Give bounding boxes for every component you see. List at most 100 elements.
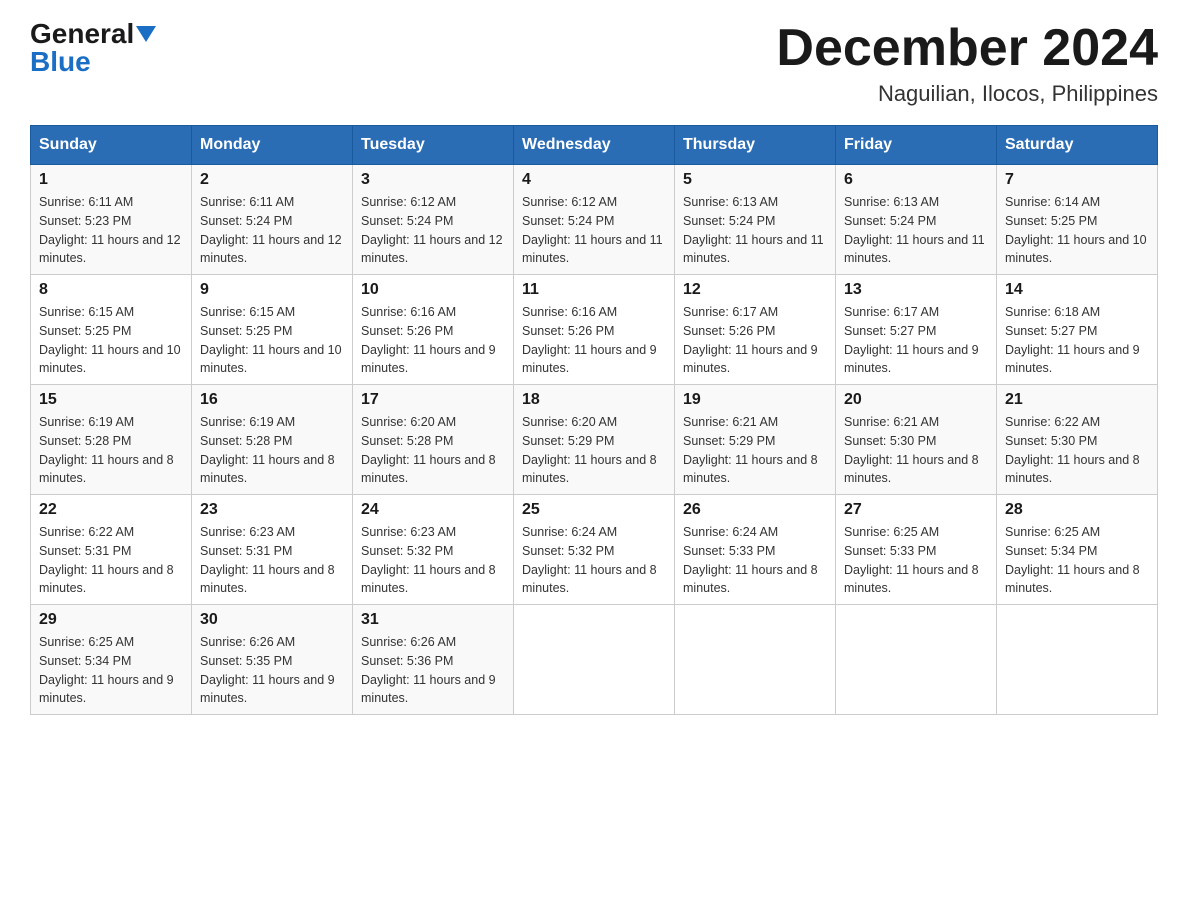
header-saturday: Saturday (997, 126, 1158, 165)
calendar-cell: 4 Sunrise: 6:12 AMSunset: 5:24 PMDaylight… (514, 165, 675, 275)
calendar-cell: 8Sunrise: 6:15 AMSunset: 5:25 PMDaylight… (31, 275, 192, 385)
header-sunday: Sunday (31, 126, 192, 165)
day-number: 29 (39, 611, 183, 629)
day-number: 21 (1005, 391, 1149, 409)
calendar-cell: 30 Sunrise: 6:26 AMSunset: 5:35 PMDayligh… (192, 605, 353, 715)
calendar-cell (675, 605, 836, 715)
day-number: 27 (844, 501, 988, 519)
day-number: 26 (683, 501, 827, 519)
calendar-cell: 29 Sunrise: 6:25 AMSunset: 5:34 PMDayligh… (31, 605, 192, 715)
day-number: 25 (522, 501, 666, 519)
calendar-cell: 31Sunrise: 6:26 AMSunset: 5:36 PMDayligh… (353, 605, 514, 715)
day-info: Sunrise: 6:24 AMSunset: 5:32 PMDaylight:… (522, 523, 666, 598)
calendar-cell: 9 Sunrise: 6:15 AMSunset: 5:25 PMDaylight… (192, 275, 353, 385)
calendar-cell: 3Sunrise: 6:12 AMSunset: 5:24 PMDaylight… (353, 165, 514, 275)
calendar-cell: 13 Sunrise: 6:17 AMSunset: 5:27 PMDayligh… (836, 275, 997, 385)
day-info: Sunrise: 6:24 AMSunset: 5:33 PMDaylight:… (683, 523, 827, 598)
day-number: 24 (361, 501, 505, 519)
calendar-cell: 5Sunrise: 6:13 AMSunset: 5:24 PMDaylight… (675, 165, 836, 275)
logo: General Blue (30, 20, 156, 76)
day-number: 10 (361, 281, 505, 299)
day-number: 9 (200, 281, 344, 299)
day-number: 14 (1005, 281, 1149, 299)
day-info: Sunrise: 6:25 AMSunset: 5:34 PMDaylight:… (1005, 523, 1149, 598)
calendar-week-row: 1 Sunrise: 6:11 AMSunset: 5:23 PMDaylight… (31, 165, 1158, 275)
calendar-cell: 19Sunrise: 6:21 AMSunset: 5:29 PMDayligh… (675, 385, 836, 495)
calendar-cell: 7 Sunrise: 6:14 AMSunset: 5:25 PMDaylight… (997, 165, 1158, 275)
location-subtitle: Naguilian, Ilocos, Philippines (776, 81, 1158, 107)
calendar-cell: 25 Sunrise: 6:24 AMSunset: 5:32 PMDayligh… (514, 495, 675, 605)
day-info: Sunrise: 6:17 AMSunset: 5:27 PMDaylight:… (844, 303, 988, 378)
day-info: Sunrise: 6:25 AMSunset: 5:33 PMDaylight:… (844, 523, 988, 598)
day-number: 11 (522, 281, 666, 299)
calendar-week-row: 22 Sunrise: 6:22 AMSunset: 5:31 PMDayligh… (31, 495, 1158, 605)
day-info: Sunrise: 6:16 AMSunset: 5:26 PMDaylight:… (522, 303, 666, 378)
calendar-cell (997, 605, 1158, 715)
calendar-cell: 20 Sunrise: 6:21 AMSunset: 5:30 PMDayligh… (836, 385, 997, 495)
day-number: 30 (200, 611, 344, 629)
day-number: 19 (683, 391, 827, 409)
day-number: 1 (39, 171, 183, 189)
calendar-cell: 24 Sunrise: 6:23 AMSunset: 5:32 PMDayligh… (353, 495, 514, 605)
day-number: 15 (39, 391, 183, 409)
day-number: 23 (200, 501, 344, 519)
header-friday: Friday (836, 126, 997, 165)
page-header: General Blue December 2024 Naguilian, Il… (30, 20, 1158, 107)
day-info: Sunrise: 6:21 AMSunset: 5:30 PMDaylight:… (844, 413, 988, 488)
day-number: 31 (361, 611, 505, 629)
day-info: Sunrise: 6:25 AMSunset: 5:34 PMDaylight:… (39, 633, 183, 708)
calendar-cell: 12 Sunrise: 6:17 AMSunset: 5:26 PMDayligh… (675, 275, 836, 385)
calendar-cell: 10 Sunrise: 6:16 AMSunset: 5:26 PMDayligh… (353, 275, 514, 385)
calendar-cell: 17 Sunrise: 6:20 AMSunset: 5:28 PMDayligh… (353, 385, 514, 495)
calendar-cell: 23 Sunrise: 6:23 AMSunset: 5:31 PMDayligh… (192, 495, 353, 605)
day-info: Sunrise: 6:23 AMSunset: 5:32 PMDaylight:… (361, 523, 505, 598)
header-monday: Monday (192, 126, 353, 165)
calendar-cell: 18 Sunrise: 6:20 AMSunset: 5:29 PMDayligh… (514, 385, 675, 495)
day-info: Sunrise: 6:22 AMSunset: 5:31 PMDaylight:… (39, 523, 183, 598)
day-number: 2 (200, 171, 344, 189)
day-info: Sunrise: 6:23 AMSunset: 5:31 PMDaylight:… (200, 523, 344, 598)
day-info: Sunrise: 6:16 AMSunset: 5:26 PMDaylight:… (361, 303, 505, 378)
day-number: 7 (1005, 171, 1149, 189)
calendar-header-row: SundayMondayTuesdayWednesdayThursdayFrid… (31, 126, 1158, 165)
month-year-title: December 2024 (776, 20, 1158, 77)
day-info: Sunrise: 6:20 AMSunset: 5:29 PMDaylight:… (522, 413, 666, 488)
day-number: 16 (200, 391, 344, 409)
day-info: Sunrise: 6:11 AMSunset: 5:23 PMDaylight:… (39, 193, 183, 268)
calendar-cell: 21 Sunrise: 6:22 AMSunset: 5:30 PMDayligh… (997, 385, 1158, 495)
day-info: Sunrise: 6:19 AMSunset: 5:28 PMDaylight:… (200, 413, 344, 488)
day-number: 22 (39, 501, 183, 519)
day-number: 18 (522, 391, 666, 409)
calendar-cell: 27 Sunrise: 6:25 AMSunset: 5:33 PMDayligh… (836, 495, 997, 605)
calendar-cell (836, 605, 997, 715)
day-number: 13 (844, 281, 988, 299)
calendar-cell: 22 Sunrise: 6:22 AMSunset: 5:31 PMDayligh… (31, 495, 192, 605)
calendar-cell: 16 Sunrise: 6:19 AMSunset: 5:28 PMDayligh… (192, 385, 353, 495)
day-info: Sunrise: 6:12 AMSunset: 5:24 PMDaylight:… (361, 193, 505, 268)
day-info: Sunrise: 6:14 AMSunset: 5:25 PMDaylight:… (1005, 193, 1149, 268)
calendar-cell: 14Sunrise: 6:18 AMSunset: 5:27 PMDayligh… (997, 275, 1158, 385)
day-info: Sunrise: 6:22 AMSunset: 5:30 PMDaylight:… (1005, 413, 1149, 488)
day-number: 12 (683, 281, 827, 299)
calendar-cell: 2 Sunrise: 6:11 AMSunset: 5:24 PMDaylight… (192, 165, 353, 275)
day-info: Sunrise: 6:13 AMSunset: 5:24 PMDaylight:… (844, 193, 988, 268)
day-info: Sunrise: 6:20 AMSunset: 5:28 PMDaylight:… (361, 413, 505, 488)
day-info: Sunrise: 6:17 AMSunset: 5:26 PMDaylight:… (683, 303, 827, 378)
day-info: Sunrise: 6:12 AMSunset: 5:24 PMDaylight:… (522, 193, 666, 268)
calendar-cell: 1 Sunrise: 6:11 AMSunset: 5:23 PMDaylight… (31, 165, 192, 275)
day-number: 4 (522, 171, 666, 189)
day-info: Sunrise: 6:11 AMSunset: 5:24 PMDaylight:… (200, 193, 344, 268)
day-info: Sunrise: 6:15 AMSunset: 5:25 PMDaylight:… (200, 303, 344, 378)
header-wednesday: Wednesday (514, 126, 675, 165)
calendar-week-row: 29 Sunrise: 6:25 AMSunset: 5:34 PMDayligh… (31, 605, 1158, 715)
calendar-cell (514, 605, 675, 715)
calendar-cell: 15Sunrise: 6:19 AMSunset: 5:28 PMDayligh… (31, 385, 192, 495)
day-info: Sunrise: 6:13 AMSunset: 5:24 PMDaylight:… (683, 193, 827, 268)
day-info: Sunrise: 6:26 AMSunset: 5:35 PMDaylight:… (200, 633, 344, 708)
header-thursday: Thursday (675, 126, 836, 165)
calendar-cell: 11 Sunrise: 6:16 AMSunset: 5:26 PMDayligh… (514, 275, 675, 385)
day-number: 20 (844, 391, 988, 409)
day-number: 17 (361, 391, 505, 409)
calendar-cell: 28Sunrise: 6:25 AMSunset: 5:34 PMDayligh… (997, 495, 1158, 605)
logo-general-text: General (30, 20, 134, 48)
